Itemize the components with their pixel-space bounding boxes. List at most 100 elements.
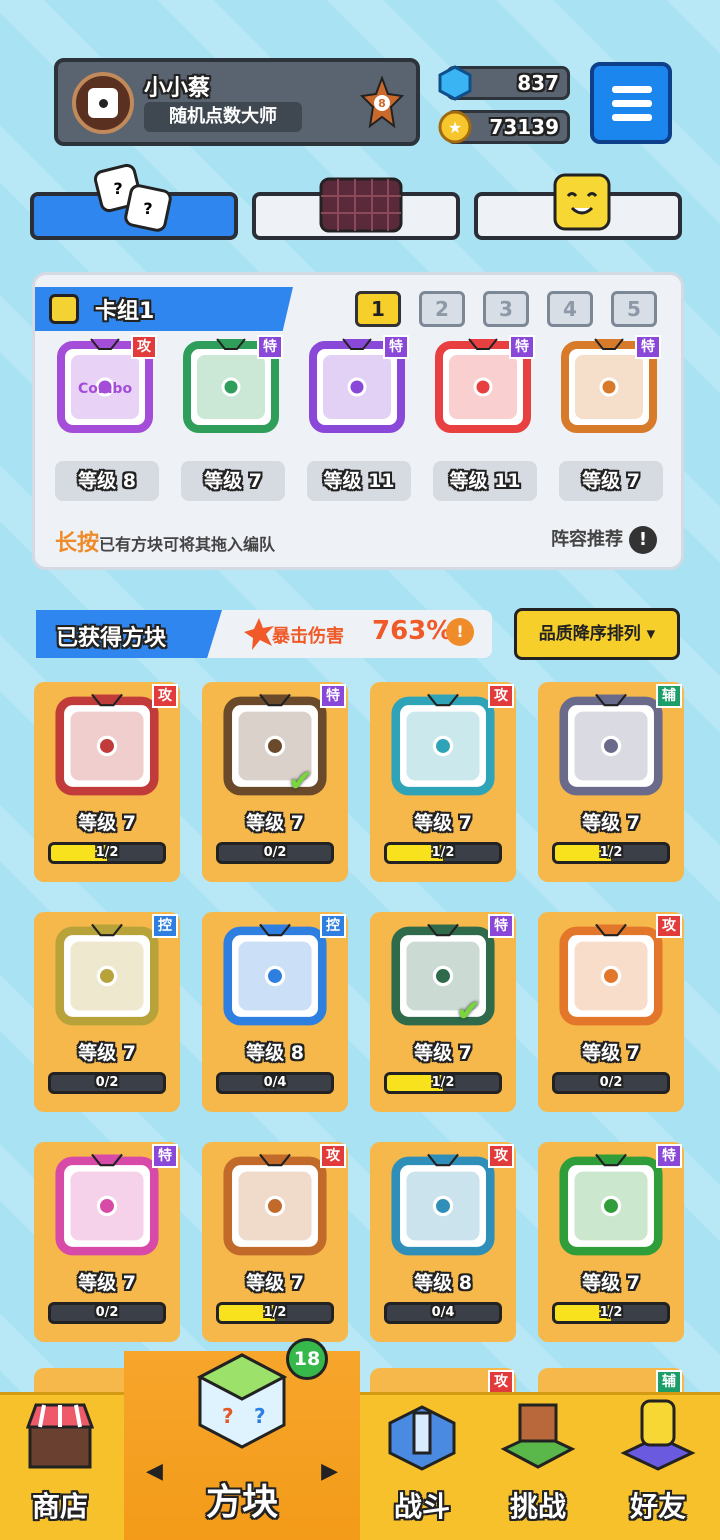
block-card[interactable]: 控等级 7 0/2 bbox=[34, 912, 180, 1112]
svg-text:?: ? bbox=[254, 1404, 266, 1428]
block-level: 等级 7 bbox=[78, 812, 136, 834]
deck-slot-1[interactable]: 1 bbox=[355, 291, 401, 327]
crit-info-icon[interactable]: ! bbox=[446, 618, 474, 646]
tab-board[interactable] bbox=[252, 177, 460, 240]
block-level: 等级 7 bbox=[414, 1042, 472, 1064]
profile-card[interactable]: 小小蔡 随机点数大师 8 bbox=[54, 58, 420, 146]
hint-strong: 长按 bbox=[55, 531, 100, 556]
card-inner-text: Combo bbox=[78, 381, 133, 397]
block-card[interactable]: 辅等级 7 1/2 bbox=[538, 682, 684, 882]
nav-challenge[interactable]: 挑战 bbox=[478, 1395, 598, 1540]
drag-hint: 长按已有方块可将其拖入编队 bbox=[55, 525, 275, 557]
tab-emote[interactable] bbox=[474, 173, 682, 240]
block-level: 等级 7 bbox=[78, 1042, 136, 1064]
upgrade-progress-bar: 0/4 bbox=[384, 1302, 502, 1324]
block-card[interactable]: 特 ✔ 等级 7 0/2 bbox=[202, 682, 348, 882]
block-level: 等级 7 bbox=[582, 1042, 640, 1064]
deck-slot-3[interactable]: 3 bbox=[483, 291, 529, 327]
dice-avatar-icon bbox=[88, 88, 118, 118]
block-card[interactable]: 攻等级 7 1/2 bbox=[202, 1142, 348, 1342]
deck-header[interactable]: 卡组1 bbox=[35, 287, 293, 331]
upgrade-progress-text: 1/2 bbox=[263, 1305, 287, 1320]
block-card[interactable]: 攻等级 8 0/4 bbox=[370, 1142, 516, 1342]
challenge-icon bbox=[500, 1403, 576, 1469]
block-art bbox=[46, 1148, 168, 1264]
nav-battle-label: 战斗 bbox=[393, 1490, 450, 1523]
upgrade-progress-bar: 1/2 bbox=[384, 842, 502, 864]
sort-dropdown[interactable]: 品质降序排列 ▾ bbox=[514, 608, 680, 660]
avatar[interactable] bbox=[72, 72, 134, 134]
card-type-badge: 特 bbox=[509, 335, 535, 359]
block-type-badge: 攻 bbox=[656, 914, 682, 938]
block-card[interactable]: 控等级 8 0/4 bbox=[202, 912, 348, 1112]
block-level: 等级 7 bbox=[582, 812, 640, 834]
nav-blocks[interactable]: ?? ◀ ▶ 方块 bbox=[124, 1351, 360, 1540]
equipped-check-icon: ✔ bbox=[288, 764, 314, 799]
pencil-icon[interactable] bbox=[49, 294, 79, 324]
upgrade-progress-bar: 1/2 bbox=[216, 1302, 334, 1324]
nav-friends[interactable]: 好友 bbox=[598, 1395, 718, 1540]
deck-card[interactable]: 特 bbox=[555, 333, 663, 441]
dice-tab-icon: ?? bbox=[94, 163, 172, 232]
block-art bbox=[214, 918, 336, 1034]
tab-dice[interactable]: ?? bbox=[30, 163, 238, 240]
svg-text:?: ? bbox=[113, 179, 122, 198]
nav-shop[interactable]: 商店 bbox=[0, 1395, 120, 1540]
block-art bbox=[550, 918, 672, 1034]
block-art bbox=[382, 918, 504, 1034]
block-card[interactable]: 攻等级 7 0/2 bbox=[538, 912, 684, 1112]
crit-label: 暴击伤害 bbox=[272, 626, 344, 647]
block-card[interactable]: 攻等级 7 1/2 bbox=[34, 682, 180, 882]
block-card[interactable]: 特等级 7 1/2 bbox=[538, 1142, 684, 1342]
block-level: 等级 7 bbox=[414, 812, 472, 834]
block-art bbox=[46, 688, 168, 804]
friends-icon bbox=[620, 1399, 696, 1471]
deck-slot-4[interactable]: 4 bbox=[547, 291, 593, 327]
collection-header: 已获得方块 bbox=[36, 610, 222, 658]
block-card[interactable]: 攻等级 7 1/2 bbox=[370, 682, 516, 882]
upgrade-progress-text: 1/2 bbox=[599, 1305, 623, 1320]
lineup-recommend-button[interactable]: 阵容推荐! bbox=[551, 525, 657, 554]
nav-battle[interactable]: 战斗 bbox=[362, 1395, 482, 1540]
coin-count: 73139 bbox=[489, 115, 559, 139]
block-type-badge: 攻 bbox=[488, 684, 514, 708]
player-name: 小小蔡 bbox=[144, 76, 211, 101]
block-type-badge: 特 bbox=[320, 684, 346, 708]
upgrade-progress-bar: 0/2 bbox=[48, 1302, 166, 1324]
block-art bbox=[382, 1148, 504, 1264]
deck-card-level: 等级 7 bbox=[559, 461, 663, 501]
block-type-badge: 辅 bbox=[656, 1370, 682, 1394]
block-art bbox=[214, 1148, 336, 1264]
block-card[interactable]: 特等级 7 0/2 bbox=[34, 1142, 180, 1342]
coin-icon: ★ bbox=[437, 109, 473, 145]
block-type-badge: 控 bbox=[152, 914, 178, 938]
coin-counter[interactable]: ★ 73139 bbox=[438, 110, 570, 144]
card-type-badge: 特 bbox=[383, 335, 409, 359]
shop-icon bbox=[25, 1403, 95, 1469]
block-type-badge: 攻 bbox=[488, 1370, 514, 1394]
upgrade-progress-text: 0/2 bbox=[95, 1075, 119, 1090]
upgrade-progress-bar: 0/2 bbox=[48, 1072, 166, 1094]
deck-slot-2[interactable]: 2 bbox=[419, 291, 465, 327]
deck-card[interactable]: 特 bbox=[429, 333, 537, 441]
collection-title: 已获得方块 bbox=[56, 626, 167, 651]
crit-burst-icon bbox=[244, 618, 274, 650]
menu-button[interactable] bbox=[590, 62, 672, 144]
block-card[interactable]: 特 ✔ 等级 7 1/2 bbox=[370, 912, 516, 1112]
upgrade-progress-bar: 1/2 bbox=[552, 1302, 670, 1324]
block-type-badge: 特 bbox=[488, 914, 514, 938]
deck-slot-5[interactable]: 5 bbox=[611, 291, 657, 327]
recommend-label: 阵容推荐 bbox=[551, 529, 623, 550]
rank-star-icon[interactable]: 8 bbox=[359, 75, 405, 130]
deck-card[interactable]: 特 bbox=[303, 333, 411, 441]
upgrade-progress-text: 0/2 bbox=[95, 1305, 119, 1320]
upgrade-progress-text: 0/2 bbox=[263, 845, 287, 860]
gem-counter[interactable]: 837 bbox=[438, 65, 570, 101]
gem-count: 837 bbox=[517, 71, 559, 95]
deck-card[interactable]: 特 bbox=[177, 333, 285, 441]
block-type-badge: 攻 bbox=[152, 684, 178, 708]
bottom-nav: 商店 ?? ◀ ▶ 方块 战斗 挑战 好友 bbox=[0, 1351, 720, 1540]
nav-challenge-label: 挑战 bbox=[509, 1490, 566, 1523]
upgrade-progress-text: 1/2 bbox=[599, 845, 623, 860]
deck-card[interactable]: Combo 攻 bbox=[51, 333, 159, 441]
